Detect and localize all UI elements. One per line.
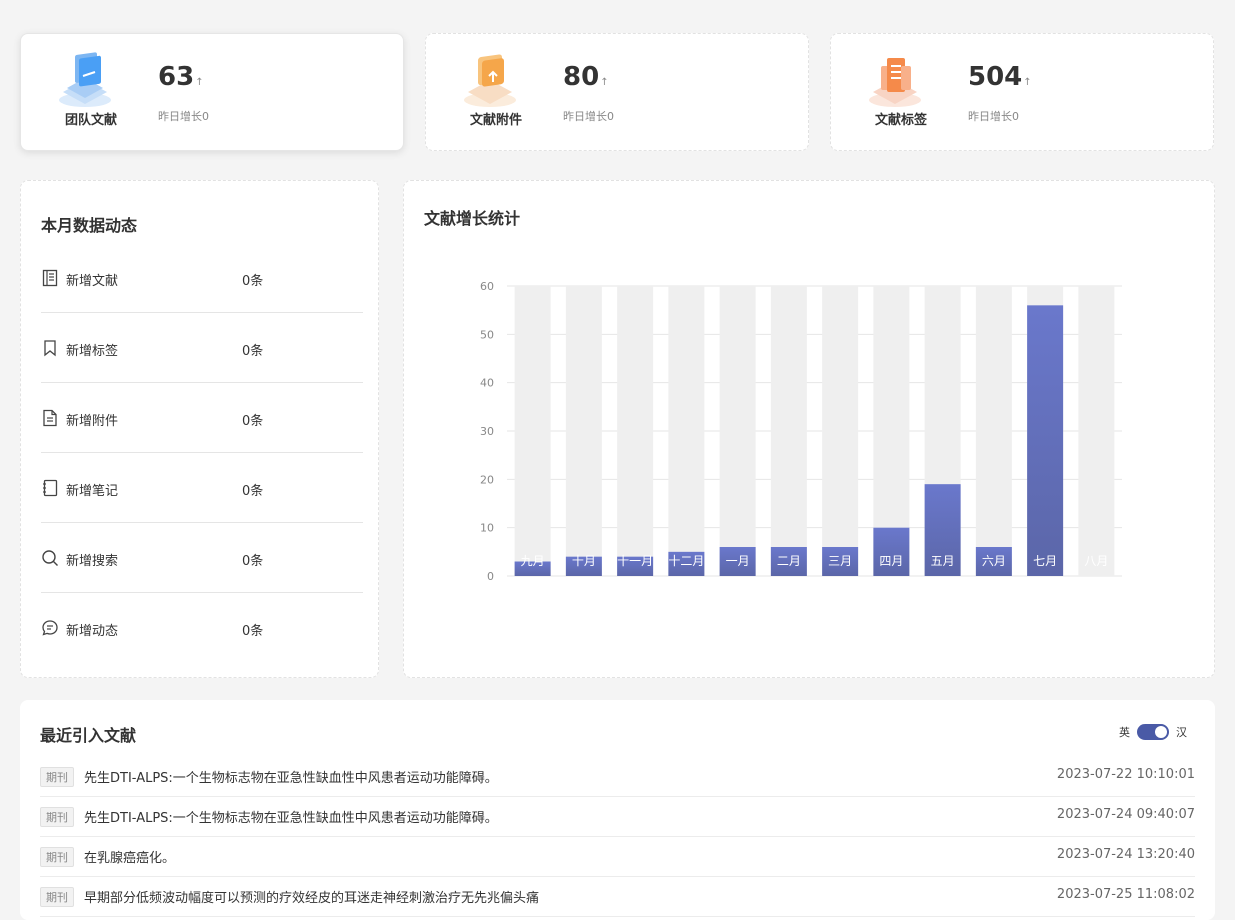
- growth-bar-chart: 0 10 20 30 40 50 60 九月 十月 十一月 十二月 一月 二月 三月 四月 五月 六月 七月 八月: [480, 280, 1122, 583]
- dyn-item-tags[interactable]: 新增标签 0条: [41, 313, 363, 383]
- document-list-icon: [41, 269, 59, 287]
- y-tick-label: 40: [480, 377, 494, 390]
- message-icon: [41, 619, 59, 637]
- tag-building-icon: [865, 52, 935, 110]
- recent-row[interactable]: 期刊 早期部分低频波动幅度可以预测的疗效经皮的耳迷走神经刺激治疗无先兆偏头痛 2…: [40, 877, 1195, 917]
- type-tag: 期刊: [40, 767, 74, 787]
- bar-background: [770, 286, 807, 576]
- dyn-label: 新增标签: [66, 344, 119, 359]
- dyn-label: 新增附件: [66, 414, 119, 429]
- search-icon: [41, 549, 59, 567]
- bar-category-label: 十一月: [617, 554, 653, 568]
- bar-category-label: 一月: [726, 554, 750, 568]
- bar-background: [514, 286, 551, 576]
- ref-time: 2023-07-25 11:08:02: [1056, 887, 1195, 902]
- recent-row[interactable]: 期刊 先生DTI-ALPS:一个生物标志物在亚急性缺血性中风患者运动功能障碍。 …: [40, 797, 1195, 837]
- dyn-item-notes[interactable]: 新增笔记 0条: [41, 453, 363, 523]
- ref-time: 2023-07-24 13:20:40: [1056, 847, 1195, 862]
- file-icon: [41, 409, 59, 427]
- ref-title[interactable]: 先生DTI-ALPS:一个生物标志物在亚急性缺血性中风患者运动功能障碍。: [84, 767, 498, 786]
- stat-label: 团队文献: [64, 113, 117, 128]
- bookmark-icon: [41, 339, 59, 357]
- notebook-icon: [41, 479, 59, 497]
- dyn-label: 新增文献: [66, 274, 119, 289]
- language-toggle[interactable]: 英 汉: [1119, 724, 1187, 740]
- ref-title[interactable]: 先生DTI-ALPS:一个生物标志物在亚急性缺血性中风患者运动功能障碍。: [84, 807, 498, 826]
- y-tick-label: 10: [480, 522, 494, 535]
- bar-category-label: 八月: [1084, 554, 1108, 568]
- dyn-label: 新增动态: [66, 624, 119, 639]
- ref-title[interactable]: 早期部分低频波动幅度可以预测的疗效经皮的耳迷走神经刺激治疗无先兆偏头痛: [84, 887, 539, 906]
- dyn-item-attachments[interactable]: 新增附件 0条: [41, 383, 363, 453]
- ref-time: 2023-07-22 10:10:01: [1056, 767, 1195, 782]
- bar-category-label: 十二月: [668, 554, 704, 568]
- bar-background: [1078, 286, 1115, 576]
- bar[interactable]: [873, 527, 910, 576]
- bar-category-label: 十月: [572, 554, 596, 568]
- stat-card-team-literature[interactable]: 团队文献 63↑ 昨日增长0: [20, 33, 404, 151]
- dyn-item-literature[interactable]: 新增文献 0条: [41, 243, 363, 313]
- growth-panel: 文献增长统计 0 10 20 30 40 50 60 九月 十月 十一月 十二月 一月 二月 三月 四月 五月…: [403, 180, 1215, 678]
- dyn-value: 0条: [242, 274, 264, 289]
- stat-label: 文献附件: [469, 113, 522, 128]
- stat-sub: 昨日增长0: [968, 110, 1019, 123]
- bar-category-label: 三月: [828, 554, 852, 568]
- lang-right-label: 汉: [1176, 726, 1187, 739]
- panel-title: 本月数据动态: [41, 216, 138, 235]
- dyn-label: 新增笔记: [66, 484, 119, 499]
- bar-background: [617, 286, 654, 576]
- bar[interactable]: [1027, 305, 1064, 576]
- type-tag: 期刊: [40, 887, 74, 907]
- language-switch[interactable]: [1137, 724, 1169, 740]
- panel-title: 最近引入文献: [40, 726, 137, 745]
- upload-doc-icon: [460, 52, 530, 110]
- dyn-value: 0条: [242, 624, 264, 639]
- bar-category-label: 九月: [521, 554, 545, 568]
- dyn-item-search[interactable]: 新增搜索 0条: [41, 523, 363, 593]
- bar-category-label: 五月: [931, 554, 955, 568]
- recent-row[interactable]: 期刊 先生DTI-ALPS:一个生物标志物在亚急性缺血性中风患者运动功能障碍。 …: [40, 757, 1195, 797]
- bar-background: [719, 286, 756, 576]
- type-tag: 期刊: [40, 847, 74, 867]
- trend-up-icon: ↑: [195, 77, 204, 88]
- stat-value: 63↑: [158, 62, 204, 92]
- dyn-value: 0条: [242, 554, 264, 569]
- bar-background: [565, 286, 602, 576]
- bar-background: [668, 286, 705, 576]
- stat-card-tags[interactable]: 文献标签 504↑ 昨日增长0: [830, 33, 1214, 151]
- lang-left-label: 英: [1119, 726, 1130, 739]
- dyn-label: 新增搜索: [66, 554, 119, 569]
- bar-category-label: 二月: [777, 554, 801, 568]
- bar-background: [822, 286, 859, 576]
- stat-label: 文献标签: [874, 113, 927, 128]
- type-tag: 期刊: [40, 807, 74, 827]
- trend-up-icon: ↑: [1023, 77, 1032, 88]
- stat-sub: 昨日增长0: [563, 110, 614, 123]
- folder-stack-icon: [55, 52, 125, 110]
- y-tick-label: 50: [480, 328, 494, 341]
- stat-sub: 昨日增长0: [158, 110, 209, 123]
- recent-literature-panel: 最近引入文献 英 汉 期刊 先生DTI-ALPS:一个生物标志物在亚急性缺血性中…: [20, 700, 1215, 920]
- bar-category-label: 七月: [1033, 554, 1057, 568]
- stat-value: 80↑: [563, 62, 609, 92]
- bar-background: [975, 286, 1012, 576]
- y-tick-label: 20: [480, 473, 494, 486]
- dyn-value: 0条: [242, 414, 264, 429]
- switch-knob: [1155, 726, 1167, 738]
- bar-category-label: 四月: [879, 554, 903, 568]
- y-tick-label: 30: [480, 425, 494, 438]
- stat-card-attachments[interactable]: 文献附件 80↑ 昨日增长0: [425, 33, 809, 151]
- y-tick-label: 60: [480, 280, 494, 293]
- dyn-value: 0条: [242, 484, 264, 499]
- ref-time: 2023-07-24 09:40:07: [1056, 807, 1195, 822]
- stat-value: 504↑: [968, 62, 1032, 92]
- dyn-item-activity[interactable]: 新增动态 0条: [41, 593, 363, 663]
- ref-title[interactable]: 在乳腺癌癌化。: [84, 847, 175, 866]
- trend-up-icon: ↑: [600, 77, 609, 88]
- dyn-value: 0条: [242, 344, 264, 359]
- bar-category-label: 六月: [982, 554, 1006, 568]
- recent-row[interactable]: 期刊 在乳腺癌癌化。 2023-07-24 13:20:40: [40, 837, 1195, 877]
- y-tick-label: 0: [487, 570, 494, 583]
- monthly-panel: 本月数据动态 新增文献 0条 新增标签 0条 新增附件 0条 新增笔记 0条 新…: [20, 180, 379, 678]
